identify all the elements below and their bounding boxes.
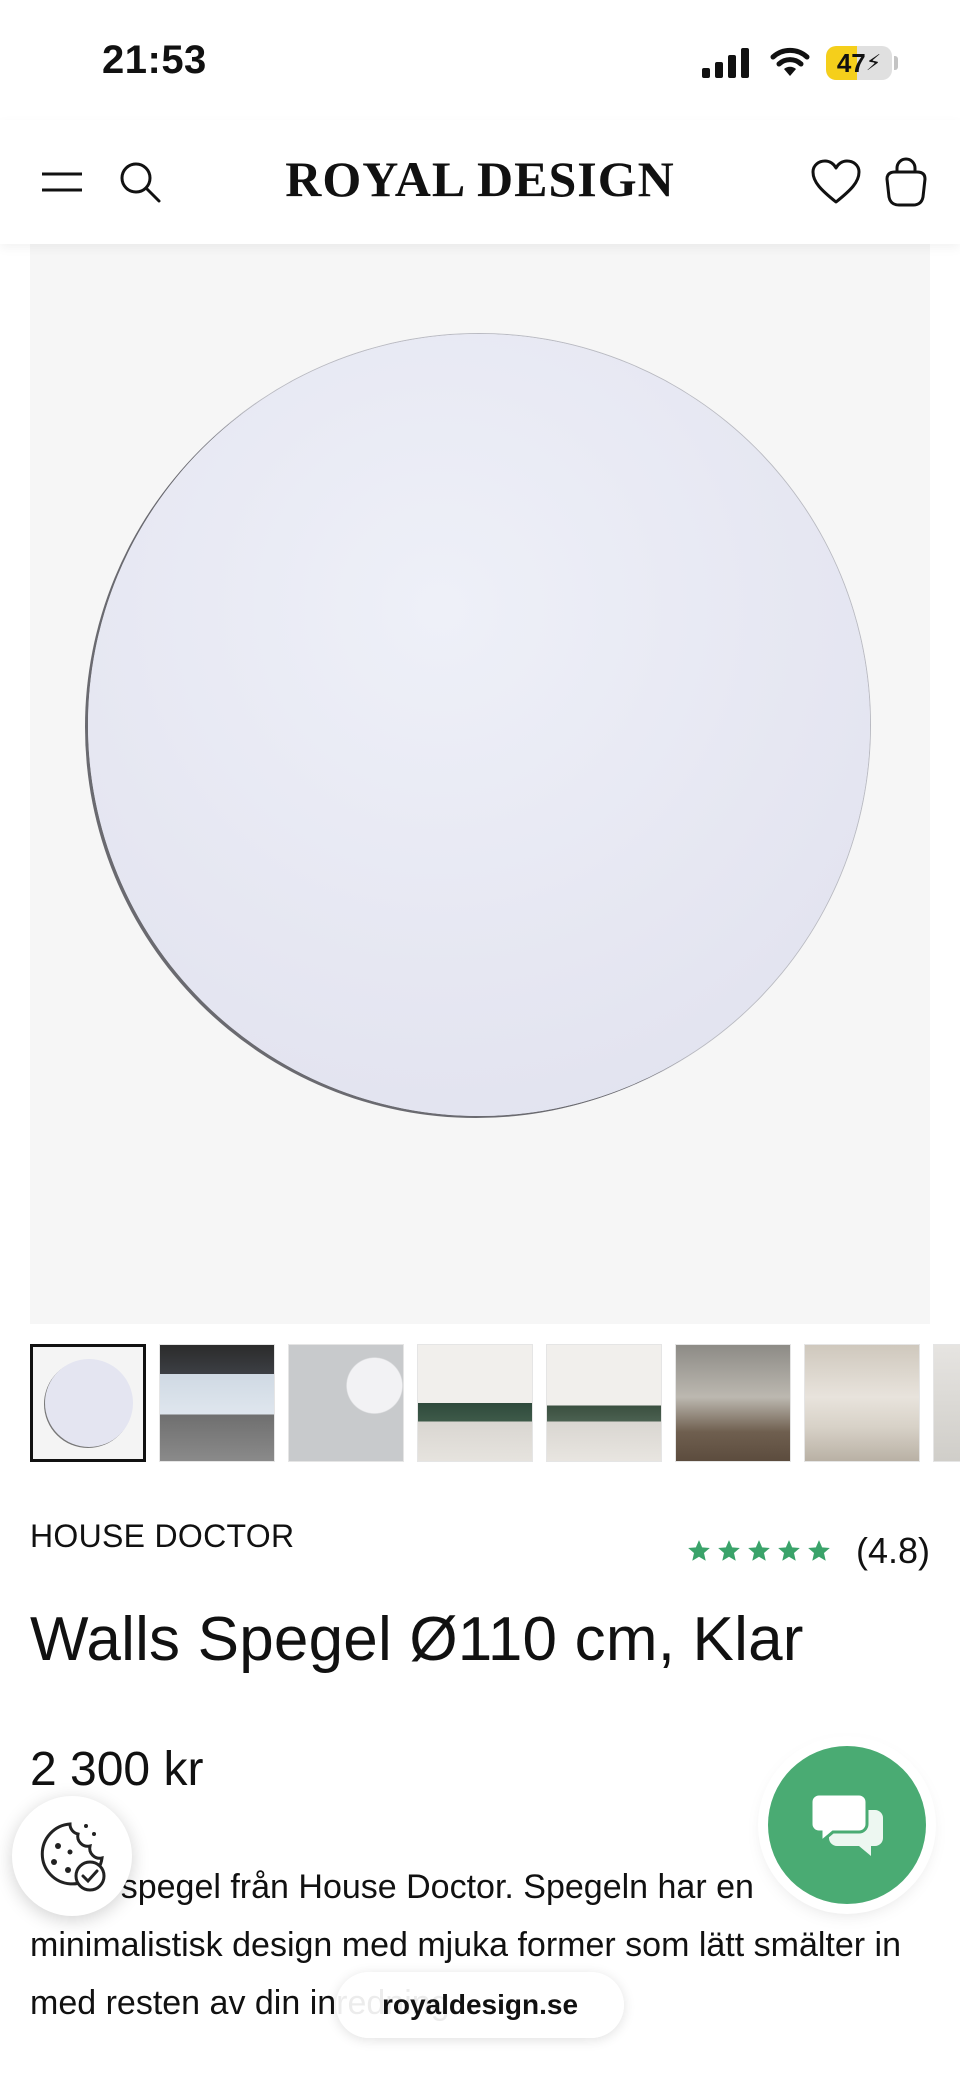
product-brand[interactable]: HOUSE DOCTOR — [30, 1518, 294, 1555]
product-main-image[interactable] — [30, 244, 930, 1324]
thumbnail-strip — [30, 1344, 960, 1464]
battery-icon: 47 ⚡ — [826, 46, 892, 80]
cookie-settings-button[interactable] — [12, 1796, 132, 1916]
star-icon — [688, 1540, 710, 1561]
star-icon — [778, 1540, 800, 1561]
star-icon — [718, 1540, 740, 1561]
mirror-photo — [88, 334, 870, 1116]
thumbnail-6[interactable] — [675, 1344, 791, 1462]
site-header: ROYAL DESIGN — [0, 120, 960, 244]
product-title: Walls Spegel Ø110 cm, Klar — [30, 1605, 804, 1674]
product-rating[interactable]: (4.8) — [686, 1530, 930, 1572]
wifi-icon — [770, 47, 810, 76]
cellular-signal-icon — [702, 48, 750, 78]
thumbnail-4[interactable] — [417, 1344, 533, 1462]
chat-button[interactable] — [768, 1746, 926, 1904]
chat-icon — [809, 1792, 883, 1856]
status-time: 21:53 — [102, 38, 207, 82]
product-price: 2 300 kr — [30, 1743, 204, 1796]
battery-percent: 47 ⚡ — [836, 47, 882, 78]
status-bar: 21:53 47 ⚡ — [0, 0, 960, 120]
thumbnail-5[interactable] — [546, 1344, 662, 1462]
heart-icon[interactable] — [806, 152, 866, 212]
cookie-icon — [40, 1822, 106, 1892]
rating-value: (4.8) — [855, 1530, 930, 1571]
thumbnail-8[interactable] — [933, 1344, 960, 1462]
battery-nub — [894, 56, 898, 70]
thumbnail-mirror — [45, 1359, 133, 1447]
thumbnail-7[interactable] — [804, 1344, 920, 1462]
thumbnail-3[interactable] — [288, 1344, 404, 1462]
star-icon — [808, 1540, 830, 1561]
browser-url-bar[interactable]: royaldesign.se — [336, 1972, 624, 2038]
star-icon — [748, 1540, 770, 1561]
bag-icon[interactable] — [876, 152, 936, 212]
rating-stars — [686, 1538, 832, 1564]
thumbnail-1[interactable] — [30, 1344, 146, 1462]
thumbnail-2[interactable] — [159, 1344, 275, 1462]
